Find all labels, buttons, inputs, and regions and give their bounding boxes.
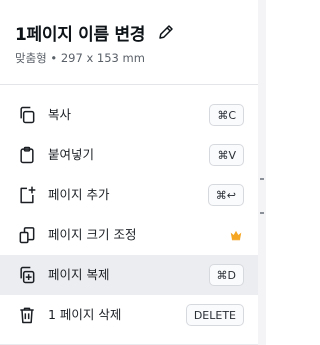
canvas-fragment [260, 178, 264, 180]
shortcut-badge: ⌘C [209, 104, 244, 126]
background-canvas-edge [258, 0, 266, 345]
menu-item-copy[interactable]: 복사 ⌘C [0, 95, 258, 135]
shortcut-badge: DELETE [185, 304, 244, 326]
menu-item-paste[interactable]: 붙여넣기 ⌘V [0, 135, 258, 175]
crown-icon [229, 227, 243, 241]
menu-item-duplicate-page[interactable]: 페이지 복제 ⌘D [0, 255, 258, 295]
page-context-menu: 1페이지 이름 변경 맞춤형 • 297 x 153 mm 복사 ⌘C 붙여넣기… [0, 0, 258, 345]
header-divider [0, 84, 258, 85]
page-dimensions: 맞춤형 • 297 x 153 mm [15, 51, 145, 65]
menu-item-label: 복사 [48, 107, 72, 122]
menu-item-label: 1 페이지 삭제 [48, 307, 122, 322]
menu-item-add-page[interactable]: 페이지 추가 ⌘↩ [0, 175, 258, 215]
menu-items: 복사 ⌘C 붙여넣기 ⌘V 페이지 추가 ⌘↩ 페이지 크기 조정 페이지 복제… [0, 95, 258, 335]
menu-item-resize-page[interactable]: 페이지 크기 조정 [0, 215, 258, 255]
pencil-icon[interactable] [155, 21, 177, 43]
menu-item-delete-page[interactable]: 1 페이지 삭제 DELETE [0, 295, 258, 335]
add-page-icon [17, 185, 37, 205]
menu-header: 1페이지 이름 변경 맞춤형 • 297 x 153 mm [15, 18, 245, 66]
duplicate-page-icon [17, 265, 37, 285]
trash-icon [17, 305, 37, 325]
clipboard-icon [17, 145, 37, 165]
canvas-fragment [260, 212, 264, 214]
menu-item-label: 페이지 추가 [48, 187, 110, 202]
title-row: 1페이지 이름 변경 [15, 18, 245, 46]
resize-page-icon [17, 225, 37, 245]
page-title[interactable]: 1페이지 이름 변경 [15, 20, 145, 45]
copy-icon [17, 105, 37, 125]
shortcut-badge: ⌘↩ [207, 184, 244, 206]
menu-item-label: 페이지 크기 조정 [48, 227, 137, 242]
menu-item-label: 붙여넣기 [48, 147, 95, 162]
menu-item-label: 페이지 복제 [48, 267, 110, 282]
shortcut-badge: ⌘D [208, 264, 244, 286]
shortcut-badge: ⌘V [209, 144, 244, 166]
